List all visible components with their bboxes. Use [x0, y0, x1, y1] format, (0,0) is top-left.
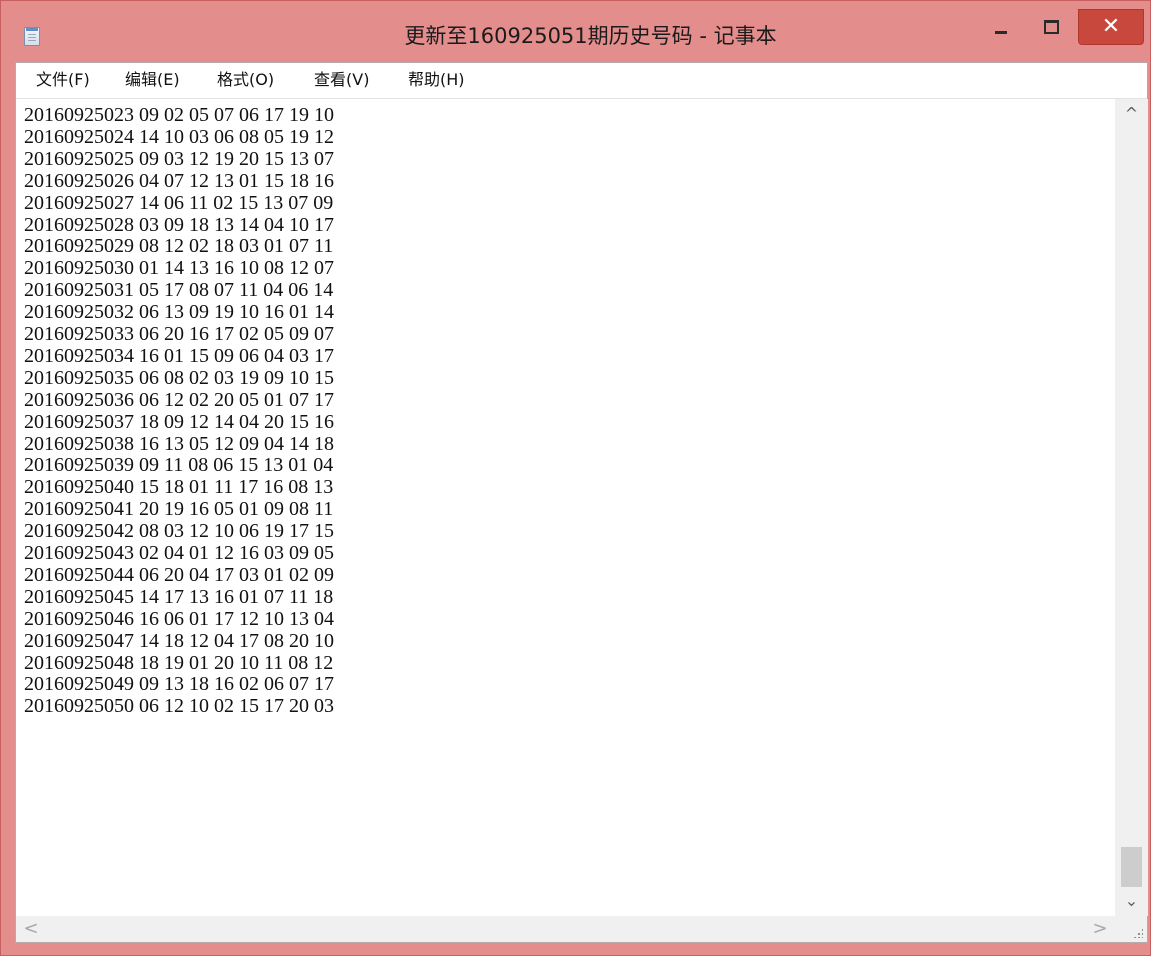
text-line: 20160925035 06 08 02 03 19 09 10 15	[24, 366, 334, 389]
text-line: 20160925029 08 12 02 18 03 01 07 11	[24, 235, 334, 258]
text-line: 20160925033 06 20 16 17 02 05 09 07	[24, 323, 334, 345]
text-line: 20160925048 18 19 01 20 10 11 08 12	[24, 651, 334, 674]
text-line: 20160925037 18 09 12 14 04 20 15 16	[24, 410, 334, 433]
text-line: 20160925041 20 19 16 05 01 09 08 11	[24, 498, 334, 521]
text-line: 20160925042 08 03 12 10 06 19 17 15	[24, 520, 334, 543]
vertical-scrollbar[interactable]: ^ ⌄	[1115, 99, 1148, 916]
minimize-button[interactable]	[981, 9, 1021, 49]
menu-bar: 文件(F) 编辑(E) 格式(O) 查看(V) 帮助(H)	[16, 63, 1147, 99]
text-line: 20160925040 15 18 01 11 17 16 08 13	[24, 476, 334, 499]
text-line: 20160925046 16 06 01 17 12 10 13 04	[24, 607, 334, 630]
text-line: 20160925050 06 12 10 02 15 17 20 03	[24, 695, 334, 718]
notepad-window: 更新至160925051期历史号码 - 记事本 ✕ 文件(F) 编辑(E) 格式…	[0, 0, 1151, 956]
text-line: 20160925039 09 11 08 06 15 13 01 04	[24, 454, 334, 477]
text-line: 20160925026 04 07 12 13 01 15 18 16	[24, 169, 334, 192]
menu-edit[interactable]: 编辑(E)	[125, 67, 180, 93]
notepad-client-area: 文件(F) 编辑(E) 格式(O) 查看(V) 帮助(H) 2016092502…	[15, 62, 1148, 943]
scroll-left-icon[interactable]: <	[16, 916, 46, 942]
menu-help[interactable]: 帮助(H)	[408, 67, 465, 93]
scrollbar-corner	[1115, 916, 1147, 942]
scroll-down-icon[interactable]: ⌄	[1115, 886, 1148, 916]
text-line: 20160925027 14 06 11 02 15 13 07 09	[24, 191, 334, 214]
close-icon: ✕	[1101, 14, 1121, 39]
minimize-icon	[995, 31, 1007, 34]
scroll-up-icon[interactable]: ^	[1115, 99, 1148, 129]
text-editor-area[interactable]: 20160925023 09 02 05 07 06 17 19 10 20160…	[16, 99, 1115, 916]
window-title: 更新至160925051期历史号码 - 记事本	[404, 24, 777, 48]
text-line: 20160925044 06 20 04 17 03 01 02 09	[24, 563, 334, 586]
text-line: 20160925049 09 13 18 16 02 06 07 17	[24, 673, 334, 696]
resize-grip-icon[interactable]	[1133, 928, 1143, 938]
text-line: 20160925036 06 12 02 20 05 01 07 17	[24, 388, 334, 411]
close-button[interactable]: ✕	[1078, 9, 1144, 45]
maximize-button[interactable]	[1031, 9, 1071, 49]
text-line: 20160925028 03 09 18 13 14 04 10 17	[24, 213, 334, 236]
text-line: 20160925034 16 01 15 09 06 04 03 17	[24, 344, 334, 367]
text-line: 20160925023 09 02 05 07 06 17 19 10	[24, 104, 334, 126]
text-line: 20160925038 16 13 05 12 09 04 14 18	[24, 432, 334, 455]
title-bar[interactable]: 更新至160925051期历史号码 - 记事本 ✕	[1, 1, 1150, 61]
text-line: 20160925032 06 13 09 19 10 16 01 14	[24, 301, 334, 324]
text-line: 20160925045 14 17 13 16 01 07 11 18	[24, 585, 334, 608]
text-line: 20160925024 14 10 03 06 08 05 19 12	[24, 125, 334, 148]
scroll-right-icon[interactable]: >	[1085, 916, 1115, 942]
horizontal-scrollbar[interactable]: < >	[16, 916, 1115, 942]
text-line: 20160925047 14 18 12 04 17 08 20 10	[24, 629, 334, 652]
menu-format[interactable]: 格式(O)	[217, 67, 274, 93]
text-line: 20160925025 09 03 12 19 20 15 13 07	[24, 147, 334, 170]
text-line: 20160925030 01 14 13 16 10 08 12 07	[24, 257, 334, 280]
text-line: 20160925043 02 04 01 12 16 03 09 05	[24, 542, 334, 564]
maximize-icon	[1044, 20, 1059, 34]
menu-view[interactable]: 查看(V)	[314, 67, 369, 93]
vertical-scroll-thumb[interactable]	[1121, 847, 1142, 887]
menu-file[interactable]: 文件(F)	[36, 67, 90, 93]
text-line: 20160925031 05 17 08 07 11 04 06 14	[24, 279, 334, 302]
